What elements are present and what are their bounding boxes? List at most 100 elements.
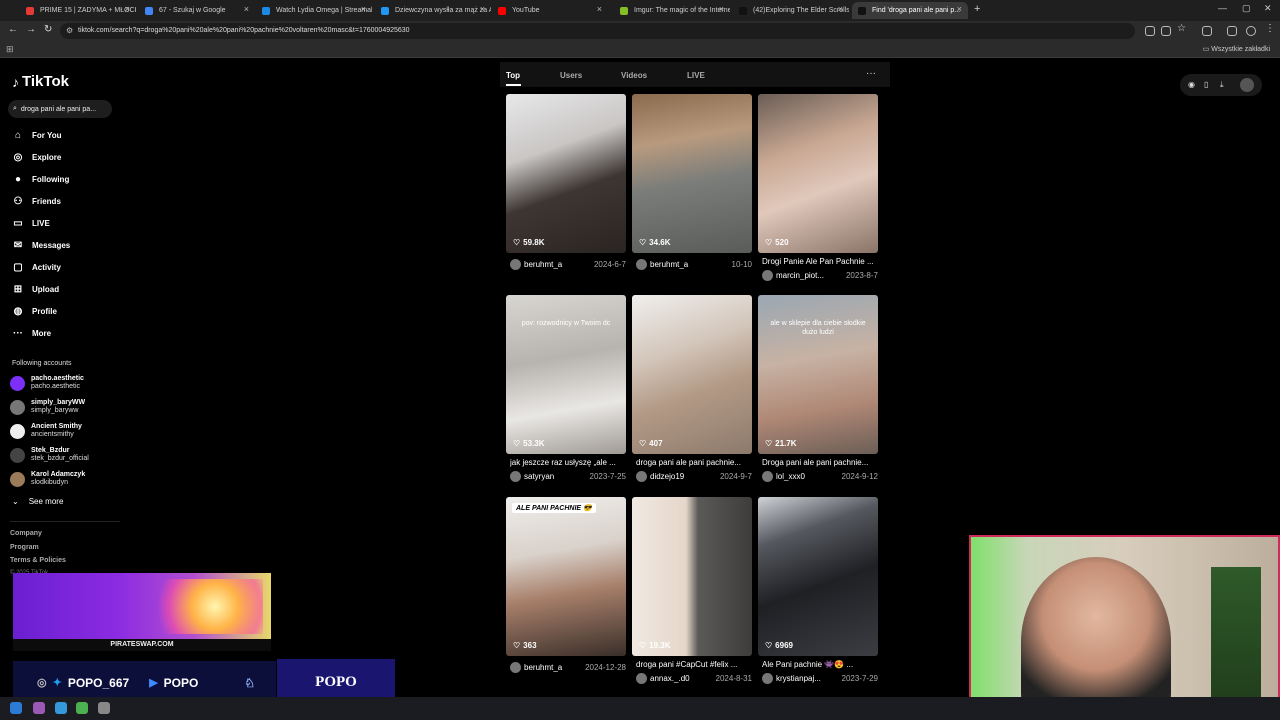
browser-tab[interactable]: YouTube × [492,2,608,19]
tiktok-logo[interactable]: ♪ TikTok [12,73,69,90]
download-icon[interactable]: ⤓ [1220,80,1224,90]
sidebar-item-explore[interactable]: ◎ Explore [12,149,62,165]
bookmark-star-icon[interactable]: ☆ [1177,23,1186,34]
author-name[interactable]: beruhmt_a [524,663,582,672]
video-caption[interactable]: droga pani #CapCut #felix ... [636,660,752,669]
close-tab-icon[interactable]: × [361,4,366,14]
avatar[interactable] [762,270,773,281]
video-caption[interactable]: Drogi Panie Ale Pan Pachnie ... [762,257,878,266]
avatar[interactable] [636,673,647,684]
author-name[interactable]: marcin_piot... [776,271,843,280]
more-options-icon[interactable]: ··· [866,68,876,79]
forward-icon[interactable]: → [26,24,36,35]
see-more-button[interactable]: ⌄ See more [12,497,63,506]
video-caption[interactable]: Droga pani ale pani pachnie... [762,458,878,467]
close-tab-icon[interactable]: × [597,4,602,14]
video-thumbnail[interactable]: ale w sklepie dla ciebie słodkie dużo lu… [758,295,878,454]
new-tab-button[interactable]: + [974,3,980,15]
settings-icon[interactable] [98,702,110,714]
tab-live[interactable]: LIVE [687,71,705,80]
browser-tab[interactable]: PRIME 15 | ZADYMA + MŁOCKI × [20,2,136,19]
close-tab-icon[interactable]: × [480,4,485,14]
close-tab-icon[interactable]: × [244,4,249,14]
maximize-icon[interactable]: ▢ [1242,3,1251,14]
avatar[interactable] [510,662,521,673]
back-icon[interactable]: ← [8,24,18,35]
tab-top[interactable]: Top [506,71,520,80]
search-input[interactable]: ⌕ droga pani ale pani pa... [8,100,112,118]
video-thumbnail[interactable]: ♡ 34.6K [632,94,752,253]
video-caption[interactable]: droga pani ale pani pachnie... [636,458,752,467]
avatar[interactable] [762,673,773,684]
browser-tab[interactable]: (42)Exploring The Elder Scrolls × [733,2,849,19]
close-tab-icon[interactable]: × [957,4,962,14]
video-caption[interactable]: Ale Pani pachnie 👾😍 ... [762,660,878,669]
author-name[interactable]: krystianpaj... [776,674,839,683]
browser-tab[interactable]: Dziewczyna wysłła za mąż za A × [375,2,491,19]
start-icon[interactable] [10,702,22,714]
reload-icon[interactable]: ↻ [44,24,52,35]
tab-users[interactable]: Users [560,71,582,80]
author-name[interactable]: beruhmt_a [650,260,729,269]
app-icon[interactable] [55,702,67,714]
browser-tab[interactable]: Imgur: The magic of the Internet × [614,2,730,19]
sidebar-item-live[interactable]: ▭ LIVE [12,215,50,231]
avatar[interactable] [636,259,647,270]
chrome-icon[interactable] [76,702,88,714]
downloads-icon[interactable] [1227,26,1237,36]
following-account[interactable]: Ancient Smithy ancientsmithy [10,423,82,439]
avatar[interactable] [510,259,521,270]
sidebar-item-for-you[interactable]: ⌂ For You [12,127,62,143]
author-name[interactable]: annax._.d0 [650,674,713,683]
sidebar-item-messages[interactable]: ✉ Messages [12,237,70,253]
video-thumbnail[interactable]: ♡ 59.8K [506,94,626,253]
video-caption[interactable]: jak jeszcze raz usłyszę „ale ... [510,458,626,467]
device-icon[interactable]: ▯ [1204,80,1208,89]
video-thumbnail[interactable]: ALE PANI PACHNIE 😎 ♡ 363 [506,497,626,656]
following-account[interactable]: simply_baryWW simply_baryww [10,399,85,415]
translate-icon[interactable] [1161,26,1171,36]
menu-icon[interactable]: ⋮ [1265,23,1275,34]
all-bookmarks-link[interactable]: ▭ Wszystkie zakładki [1203,45,1270,53]
video-thumbnail[interactable]: ♡ 520 [758,94,878,253]
video-thumbnail[interactable]: ♡ 6969 [758,497,878,656]
avatar[interactable] [762,471,773,482]
footer-terms-link[interactable]: Terms & Policies [10,557,66,564]
sidebar-item-following[interactable]: ● Following [12,171,69,187]
site-info-icon[interactable]: ⚙ [66,23,73,39]
close-tab-icon[interactable]: × [838,4,843,14]
cast-icon[interactable] [1145,26,1155,36]
footer-company-link[interactable]: Company [10,530,42,537]
footer-program-link[interactable]: Program [10,544,39,551]
coin-icon[interactable]: ◉ [1188,80,1195,89]
sidebar-item-activity[interactable]: ▢ Activity [12,259,61,275]
tab-videos[interactable]: Videos [621,71,647,80]
video-thumbnail[interactable]: pov: rozwodnicy w Twoim dc ♡ 53.3K [506,295,626,454]
sidebar-item-friends[interactable]: ⚇ Friends [12,193,61,209]
extension-icon[interactable] [1202,26,1212,36]
following-account[interactable]: Karol Adamczyk slodkibudyn [10,471,85,487]
video-thumbnail[interactable]: ♡ 19.3K [632,497,752,656]
author-name[interactable]: lol_xxx0 [776,472,839,481]
browser-tab[interactable]: Find 'droga pani ale pani p... × [852,2,968,19]
sidebar-item-profile[interactable]: ◍ Profile [12,303,57,319]
video-thumbnail[interactable]: ♡ 407 [632,295,752,454]
author-name[interactable]: didzejo19 [650,472,717,481]
apps-grid-icon[interactable]: ⊞ [6,44,14,55]
browser-tab[interactable]: Watch Lydia Omega | Streamable × [256,2,372,19]
twitch-icon[interactable] [33,702,45,714]
minimize-icon[interactable]: — [1218,3,1227,13]
author-name[interactable]: beruhmt_a [524,260,591,269]
following-account[interactable]: pacho.aesthetic pacho.aesthetic [10,375,84,391]
sidebar-item-upload[interactable]: ⊞ Upload [12,281,59,297]
url-field[interactable]: ⚙ tiktok.com/search?q=droga%20pani%20ale… [60,23,1135,39]
avatar[interactable] [636,471,647,482]
following-account[interactable]: Stek_Bzdur stek_bzdur_official [10,447,89,463]
sidebar-item-more[interactable]: ··· More [12,325,51,341]
avatar[interactable] [510,471,521,482]
user-avatar[interactable] [1240,78,1254,92]
author-name[interactable]: satyryan [524,472,587,481]
close-window-icon[interactable]: ✕ [1264,3,1272,14]
browser-tab[interactable]: 67 - Szukaj w Google × [139,2,255,19]
profile-avatar-icon[interactable] [1246,26,1256,36]
